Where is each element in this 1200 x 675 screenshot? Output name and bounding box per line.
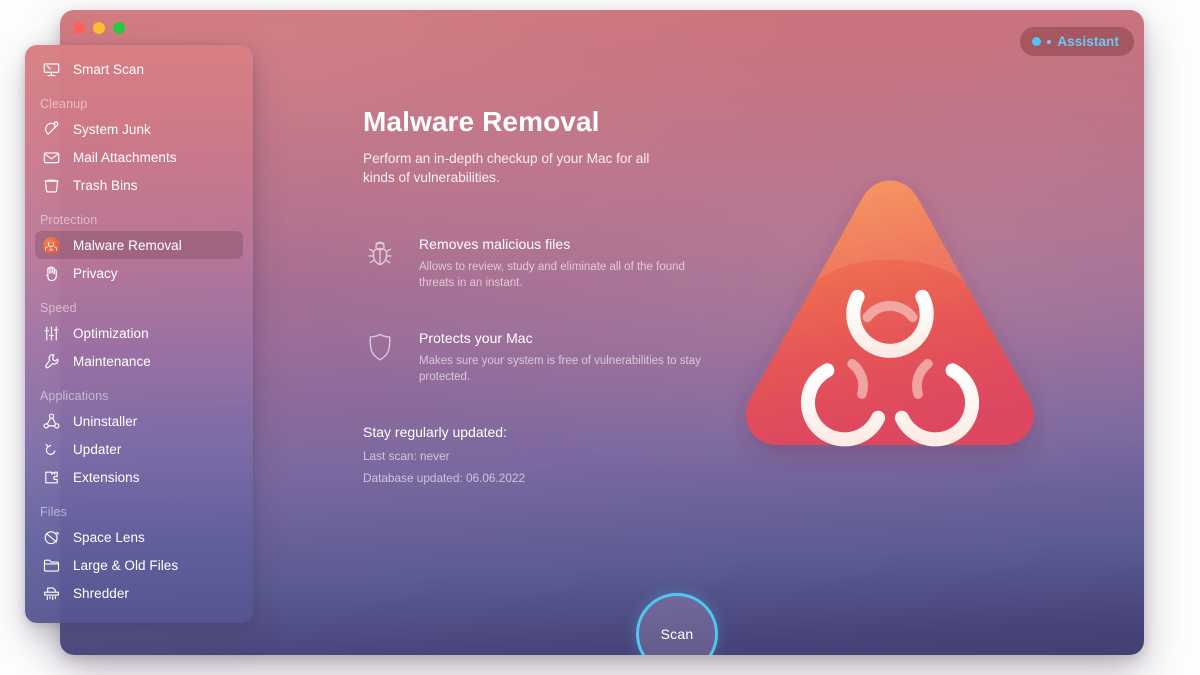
maximize-button[interactable] <box>113 22 125 34</box>
biohazard-icon <box>40 234 62 256</box>
sidebar-item-label: Optimization <box>73 325 149 341</box>
sidebar-item-label: Maintenance <box>73 353 151 369</box>
molecule-icon <box>40 410 62 432</box>
sidebar-item-label: Extensions <box>73 469 140 485</box>
sidebar: Smart Scan Cleanup System Junk Mail Atta… <box>25 45 253 623</box>
sidebar-item-uninstaller[interactable]: Uninstaller <box>35 407 243 435</box>
planet-icon <box>40 526 62 548</box>
hand-icon <box>40 262 62 284</box>
shredder-icon <box>40 582 62 604</box>
database-updated-text: Database updated: 06.06.2022 <box>363 471 526 485</box>
sidebar-item-label: Shredder <box>73 585 129 601</box>
main-content: Malware Removal Perform an in-depth chec… <box>363 105 1063 486</box>
sidebar-group-cleanup: Cleanup <box>40 97 88 111</box>
sidebar-item-label: System Junk <box>73 121 151 137</box>
feature-item: Removes malicious files Allows to review… <box>363 235 1063 291</box>
sidebar-item-label: Space Lens <box>73 529 145 545</box>
sidebar-item-label: Updater <box>73 441 122 457</box>
sidebar-item-mail-attachments[interactable]: Mail Attachments <box>35 143 243 171</box>
close-button[interactable] <box>73 22 85 34</box>
sidebar-item-malware-removal[interactable]: Malware Removal <box>35 231 243 259</box>
sliders-icon <box>40 322 62 344</box>
assistant-dot-large-icon <box>1032 37 1042 46</box>
refresh-arrow-icon <box>40 438 62 460</box>
sidebar-group-files: Files <box>40 505 67 519</box>
sidebar-item-updater[interactable]: Updater <box>35 435 243 463</box>
feature-title: Protects your Mac <box>419 330 533 346</box>
monitor-icon <box>40 58 62 80</box>
feature-description: Allows to review, study and eliminate al… <box>419 261 685 289</box>
assistant-label: Assistant <box>1057 34 1119 49</box>
screen: Assistant Malware Removal Perform an in-… <box>0 0 1200 675</box>
minimize-button[interactable] <box>93 22 105 34</box>
sidebar-item-shredder[interactable]: Shredder <box>35 579 243 607</box>
feature-description: Makes sure your system is free of vulner… <box>419 355 701 383</box>
sidebar-item-label: Trash Bins <box>73 177 138 193</box>
wrench-icon <box>40 350 62 372</box>
sidebar-group-applications: Applications <box>40 389 109 403</box>
scan-button[interactable]: Scan <box>636 593 718 655</box>
sidebar-item-maintenance[interactable]: Maintenance <box>35 347 243 375</box>
sidebar-item-large-old-files[interactable]: Large & Old Files <box>35 551 243 579</box>
trash-bin-icon <box>40 174 62 196</box>
page-subtitle: Perform an in-depth checkup of your Mac … <box>363 151 650 185</box>
assistant-button[interactable]: Assistant <box>1020 27 1134 56</box>
feature-item: Protects your Mac Makes sure your system… <box>363 329 1063 385</box>
puzzle-piece-icon <box>40 466 62 488</box>
sidebar-item-label: Large & Old Files <box>73 557 179 573</box>
sidebar-group-protection: Protection <box>40 213 98 227</box>
sidebar-item-optimization[interactable]: Optimization <box>35 319 243 347</box>
status-heading: Stay regularly updated: <box>363 424 507 440</box>
sidebar-item-label: Uninstaller <box>73 413 138 429</box>
sidebar-item-extensions[interactable]: Extensions <box>35 463 243 491</box>
sidebar-item-privacy[interactable]: Privacy <box>35 259 243 287</box>
broom-icon <box>40 118 62 140</box>
sidebar-item-label: Smart Scan <box>73 61 145 77</box>
sidebar-item-label: Privacy <box>73 265 118 281</box>
status-block: Stay regularly updated: Last scan: never… <box>363 423 1063 486</box>
window-controls <box>73 22 125 34</box>
sidebar-item-trash-bins[interactable]: Trash Bins <box>35 171 243 199</box>
feature-title: Removes malicious files <box>419 236 571 252</box>
envelope-icon <box>40 146 62 168</box>
sidebar-item-label: Mail Attachments <box>73 149 177 165</box>
sidebar-group-speed: Speed <box>40 301 77 315</box>
page-title: Malware Removal <box>363 106 600 137</box>
feature-list: Removes malicious files Allows to review… <box>363 235 1063 385</box>
sidebar-item-system-junk[interactable]: System Junk <box>35 115 243 143</box>
sidebar-item-smart-scan[interactable]: Smart Scan <box>35 55 243 83</box>
assistant-dot-small-icon <box>1047 39 1052 44</box>
sidebar-item-space-lens[interactable]: Space Lens <box>35 523 243 551</box>
scan-button-label: Scan <box>660 626 694 642</box>
last-scan-text: Last scan: never <box>363 449 450 463</box>
sidebar-item-label: Malware Removal <box>73 237 182 253</box>
folder-icon <box>40 554 62 576</box>
bug-icon <box>363 235 397 273</box>
shield-icon <box>363 329 397 367</box>
